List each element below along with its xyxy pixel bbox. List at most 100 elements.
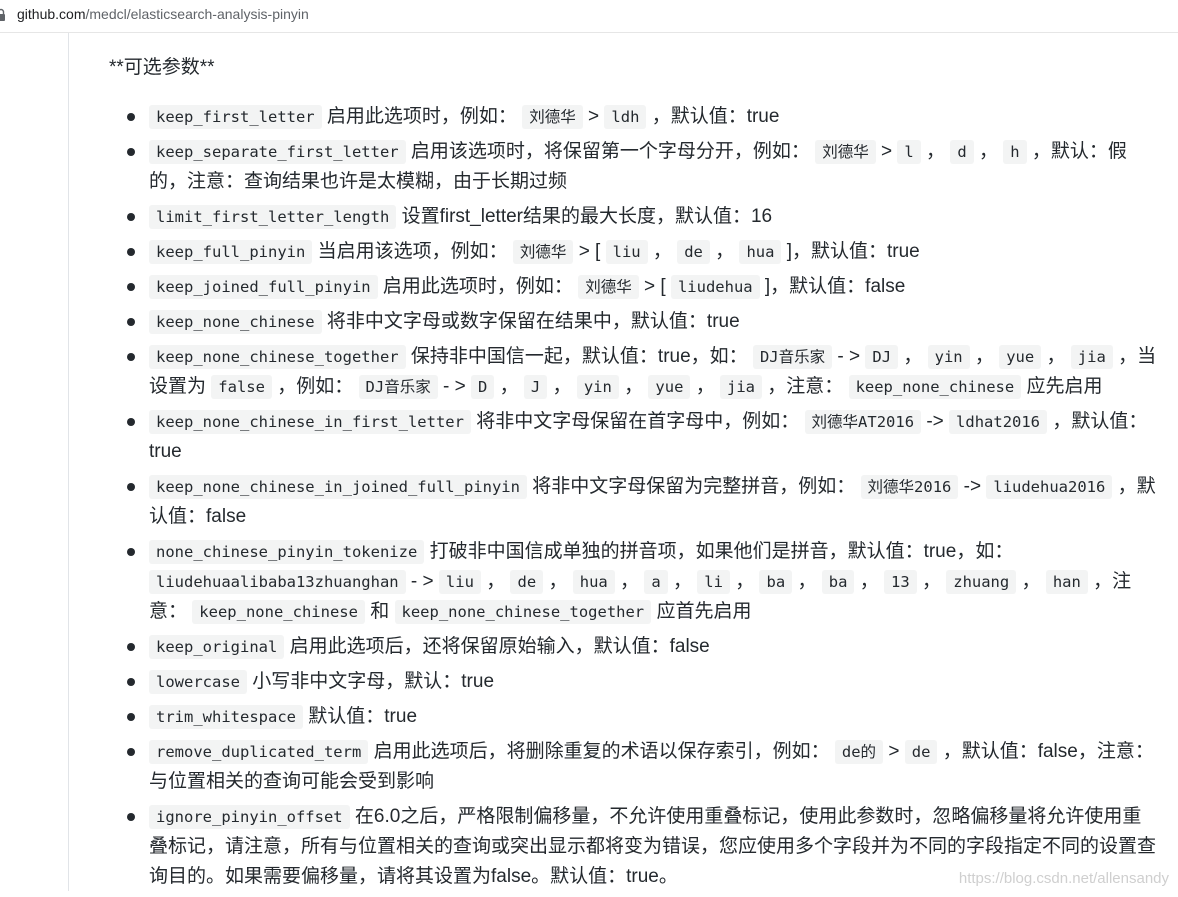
option-name: keep_none_chinese_in_first_letter [149,410,471,434]
bullet-icon [127,113,135,121]
bullet-icon [127,548,135,556]
option-name: keep_none_chinese_in_joined_full_pinyin [149,475,527,499]
option-text: -> [926,411,944,432]
bullet-icon [127,748,135,756]
option-text: ， [624,376,644,397]
inline-code: d [950,140,974,164]
inline-code: 刘德华 [522,105,583,129]
option-text: 将非中文字母或数字保留在结果中，默认值：true [326,311,740,332]
option-text: ， [715,241,735,262]
inline-code: 刘德华AT2016 [804,410,922,434]
url-text[interactable]: github.com/medcl/elasticsearch-analysis-… [17,6,309,22]
option-text: 打破非中国信成单独的拼音项，如果他们是拼音，默认值：true，如： [429,541,1014,562]
option-text: 启用此选项时，例如： [382,276,573,297]
option-name: ignore_pinyin_offset [149,805,350,829]
readme-content: **可选参数** keep_first_letter 启用此选项时，例如： 刘德… [109,55,1159,887]
option-text: ， [620,571,640,592]
option-item: limit_first_letter_length 设置first_letter… [109,202,1159,232]
option-text: ， [548,571,568,592]
option-text: ， [974,346,994,367]
option-name: keep_joined_full_pinyin [149,275,378,299]
option-name: keep_none_chinese_together [149,345,406,369]
inline-code: li [697,570,730,594]
bullet-icon [127,248,135,256]
inline-code: 13 [883,570,917,594]
option-item: keep_none_chinese_in_first_letter 将非中文字母… [109,407,1159,467]
option-item: keep_none_chinese 将非中文字母或数字保留在结果中，默认值：tr… [109,307,1159,337]
option-name: keep_original [149,635,285,659]
option-text: 应先启用 [1026,376,1103,397]
inline-code: ldhat2016 [949,410,1048,434]
option-text: 将非中文字母保留在首字母中，例如： [476,411,800,432]
bullet-icon [127,283,135,291]
bullet-icon [127,148,135,156]
option-text: ，默认值：true [651,106,780,127]
option-text: -> [963,476,982,497]
bullet-icon [127,418,135,426]
option-name: keep_separate_first_letter [149,140,406,164]
url-path: /medcl/elasticsearch-analysis-pinyin [85,6,309,22]
lock-icon [0,8,5,21]
option-text: > [588,106,600,127]
option-item: keep_separate_first_letter 启用该选项时，将保留第一个… [109,137,1159,197]
inline-code: liudehuaalibaba13zhuanghan [149,570,406,594]
option-text: > [ [578,241,601,262]
option-text: ， [499,376,519,397]
inline-code: D [470,375,495,399]
option-text: > [881,141,893,162]
bullet-icon [127,813,135,821]
inline-code: de的 [834,740,884,764]
url-host: github.com [17,6,86,22]
bullet-icon [127,318,135,326]
inline-code: l [897,140,921,164]
inline-code: yin [576,375,619,399]
option-text: ， [652,241,672,262]
inline-code: ldh [604,105,647,129]
address-bar[interactable]: github.com/medcl/elasticsearch-analysis-… [0,0,1178,33]
option-text: ]，默认值：false [764,276,906,297]
option-item: trim_whitespace 默认值：true [109,702,1159,732]
option-name: keep_full_pinyin [149,240,313,264]
option-text: 和 [370,601,390,622]
option-text: ， [552,376,572,397]
option-item: lowercase 小写非中文字母，默认：true [109,667,1159,697]
option-text: ，例如： [277,376,354,397]
section-heading: **可选参数** [109,57,215,78]
option-text: ， [797,571,817,592]
option-text: ， [903,346,923,367]
option-text: - > [443,376,466,397]
option-text: 设置first_letter结果的最大长度，默认值：16 [401,206,773,227]
inline-code: yue [999,345,1042,369]
bullet-icon [127,678,135,686]
option-text: > [ [644,276,666,297]
option-item: remove_duplicated_term 启用此选项后，将删除重复的术语以保… [109,737,1159,797]
option-item: keep_none_chinese_in_joined_full_pinyin … [109,472,1159,532]
option-name: lowercase [149,670,247,694]
option-text: ， [978,141,998,162]
option-item: keep_joined_full_pinyin 启用此选项时，例如： 刘德华 >… [109,272,1159,302]
option-name: limit_first_letter_length [149,205,397,229]
option-name: trim_whitespace [149,705,303,729]
content-left-border [68,33,69,891]
inline-code: liudehua [670,275,760,299]
inline-code: 刘德华 [578,275,639,299]
inline-code: keep_none_chinese [192,600,365,624]
inline-code: keep_none_chinese_together [394,600,652,624]
option-text: ， [1046,346,1066,367]
option-text: 启用此选项时，例如： [326,106,517,127]
inline-code: yin [927,345,970,369]
option-text: 启用此选项后，还将保留原始输入，默认值：false [289,636,710,657]
option-text: ， [921,571,941,592]
inline-code: ba [821,570,855,594]
option-text: 保持非中国信一起，默认值：true，如： [410,346,748,367]
inline-code: liudehua2016 [986,475,1113,499]
inline-code: yue [648,375,691,399]
inline-code: han [1045,570,1088,594]
inline-code: 刘德华2016 [860,475,959,499]
option-name: keep_first_letter [149,105,322,129]
inline-code: a [644,570,668,594]
option-text: ， [672,571,692,592]
inline-code: DJ音乐家 [358,375,438,399]
bullet-icon [127,353,135,361]
inline-code: keep_none_chinese [848,375,1022,399]
